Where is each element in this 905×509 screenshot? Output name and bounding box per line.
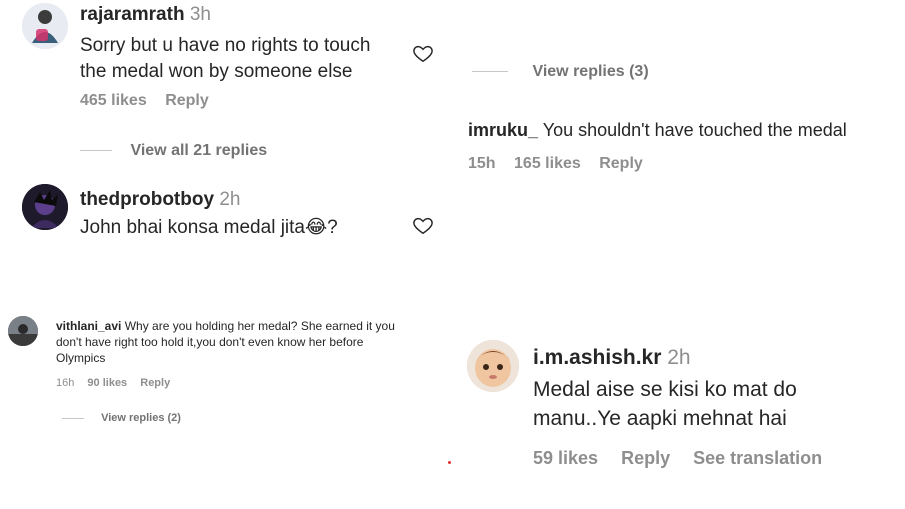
comment-meta: 59 likes Reply See translation [533, 448, 836, 469]
see-translation-button[interactable]: See translation [693, 448, 822, 468]
comment-imruku: imruku_ You shouldn't have touched the m… [468, 120, 847, 141]
reply-button[interactable]: Reply [621, 448, 670, 468]
likes-count[interactable]: 165 likes [514, 155, 581, 172]
comment-text-rajaramrath: Sorry but u have no rights to touch the … [80, 33, 370, 85]
comment-header: rajaramrath 3h [80, 4, 211, 26]
reply-button[interactable]: Reply [165, 92, 209, 109]
red-dot [448, 461, 451, 464]
avatar-rajaramrath[interactable] [22, 3, 68, 49]
view-replies-row[interactable]: View replies (2) [62, 412, 181, 424]
username-ashish[interactable]: i.m.ashish.kr [533, 346, 661, 369]
like-heart-icon[interactable] [412, 42, 434, 69]
avatar-vithlani-avi[interactable] [8, 316, 38, 346]
likes-count[interactable]: 59 likes [533, 448, 598, 468]
comment-body-vithlani-avi: vithlani_avi Why are you holding her med… [56, 318, 446, 366]
view-all-replies-button[interactable]: View all 21 replies [130, 142, 267, 159]
reply-button[interactable]: Reply [140, 377, 170, 389]
avatar-image [8, 316, 38, 346]
avatar-image [467, 340, 519, 392]
comment-time: 16h [56, 377, 75, 389]
username-imruku[interactable]: imruku_ [468, 120, 538, 140]
avatar-ashish[interactable] [467, 340, 519, 392]
comment-text-line: manu..Ye aapki mehnat hai [533, 407, 787, 430]
comment-meta: 16h 90 likes Reply [56, 377, 170, 389]
username-rajaramrath[interactable]: rajaramrath [80, 4, 185, 25]
comment-time: 3h [189, 4, 211, 25]
like-heart-icon[interactable] [412, 214, 434, 241]
view-replies-button[interactable]: View replies (3) [532, 63, 648, 80]
avatar-thedprobotboy[interactable] [22, 184, 68, 230]
comment-meta: 465 likes Reply [80, 92, 223, 110]
comment-text-line: Olympics [56, 351, 106, 365]
comment-header: thedprobotboy 2h [80, 189, 240, 211]
divider-line [472, 71, 508, 73]
likes-count[interactable]: 90 likes [87, 377, 127, 389]
avatar-image [22, 184, 68, 230]
comment-text-line: the medal won by someone else [80, 61, 353, 82]
comment-text-line: Sorry but u have no rights to touch [80, 35, 371, 56]
comment-text-line: don't have right too hold it,you don't e… [56, 335, 364, 349]
comment-text-thedprobotboy: John bhai konsa medal jita😂? [80, 217, 338, 238]
comment-text: You shouldn't have touched the medal [542, 120, 847, 140]
username-thedprobotboy[interactable]: thedprobotboy [80, 189, 214, 210]
avatar-image [22, 3, 68, 49]
comment-time: 2h [667, 346, 691, 369]
comment-text-line: Why are you holding her medal? She earne… [124, 319, 395, 333]
comment-text-line: Medal aise se kisi ko mat do [533, 378, 797, 401]
divider-line [80, 150, 112, 152]
likes-count[interactable]: 465 likes [80, 92, 147, 109]
reply-button[interactable]: Reply [599, 155, 643, 172]
divider-line [62, 417, 84, 419]
comment-time: 2h [219, 189, 241, 210]
comment-meta: 15h 165 likes Reply [468, 155, 657, 173]
comment-text-ashish: Medal aise se kisi ko mat do manu..Ye aa… [533, 375, 797, 433]
comment-time: 15h [468, 155, 496, 172]
view-replies-row[interactable]: View replies (3) [472, 63, 649, 81]
comment-header: i.m.ashish.kr 2h [533, 346, 691, 370]
view-replies-button[interactable]: View replies (2) [101, 412, 181, 424]
username-vithlani-avi[interactable]: vithlani_avi [56, 319, 121, 333]
view-replies-row[interactable]: View all 21 replies [80, 142, 267, 160]
